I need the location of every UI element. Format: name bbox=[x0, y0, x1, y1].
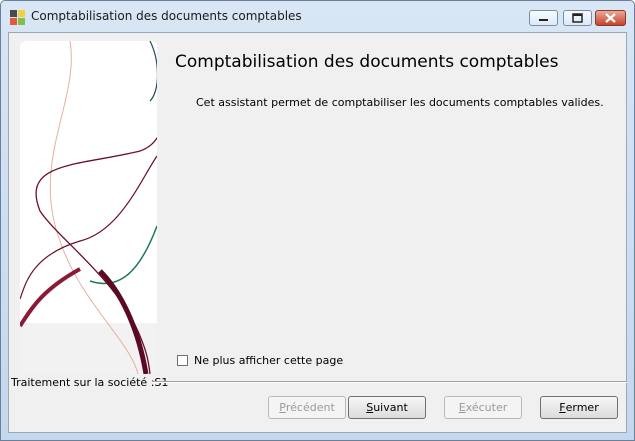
maximize-icon bbox=[572, 13, 583, 23]
previous-button[interactable]: Précédent bbox=[268, 396, 346, 419]
dont-show-again-checkbox[interactable] bbox=[177, 355, 188, 366]
execute-button[interactable]: Exécuter bbox=[444, 396, 522, 419]
company-status-text: Traitement sur la société :S1 bbox=[11, 376, 169, 389]
next-button[interactable]: Suivant bbox=[348, 396, 426, 419]
dont-show-again-label: Ne plus afficher cette page bbox=[194, 354, 344, 367]
minimize-button[interactable] bbox=[529, 10, 558, 26]
footer-divider bbox=[152, 381, 627, 383]
dont-show-again-option[interactable]: Ne plus afficher cette page bbox=[177, 354, 343, 367]
wizard-body: Comptabilisation des documents comptable… bbox=[8, 32, 627, 433]
page-description: Cet assistant permet de comptabiliser le… bbox=[196, 96, 604, 109]
maximize-button[interactable] bbox=[563, 10, 592, 26]
close-window-button[interactable] bbox=[595, 10, 626, 26]
window-title: Comptabilisation des documents comptable… bbox=[31, 9, 302, 23]
title-bar[interactable]: Comptabilisation des documents comptable… bbox=[1, 1, 634, 31]
side-banner-image bbox=[20, 41, 157, 374]
close-button[interactable]: Fermer bbox=[540, 396, 618, 419]
minimize-icon bbox=[539, 19, 548, 21]
close-icon bbox=[605, 13, 616, 23]
wizard-window: Comptabilisation des documents comptable… bbox=[0, 0, 635, 441]
page-heading: Comptabilisation des documents comptable… bbox=[175, 52, 559, 72]
app-icon bbox=[10, 10, 26, 26]
